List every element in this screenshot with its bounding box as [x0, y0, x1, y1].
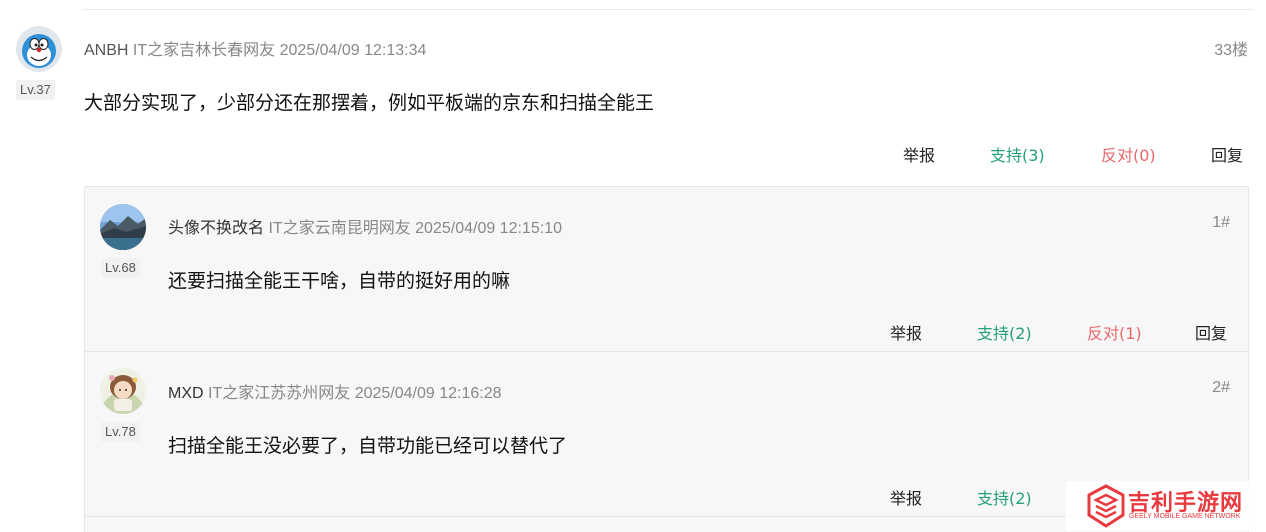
- comment-content: 大部分实现了，少部分还在那摆着，例如平板端的京东和扫描全能王: [84, 92, 655, 114]
- support-button[interactable]: 支持(2): [977, 485, 1032, 509]
- floor-number: 33楼: [1214, 42, 1248, 59]
- comment-meta: ANBH IT之家吉林长春网友 2025/04/09 12:13:34: [84, 36, 426, 60]
- report-button[interactable]: 举报: [890, 320, 922, 344]
- avatar[interactable]: [100, 368, 146, 414]
- reply-content: 扫描全能王没必要了，自带功能已经可以替代了: [168, 435, 568, 457]
- support-button[interactable]: 支持(3): [990, 142, 1045, 166]
- floor-number: 1#: [1212, 214, 1230, 231]
- timestamp: 2025/04/09 12:13:34: [279, 42, 427, 59]
- user-location: IT之家江苏苏州网友: [208, 385, 351, 402]
- floor-number: 2#: [1212, 379, 1230, 396]
- reply-button[interactable]: 回复: [1195, 320, 1227, 344]
- level-badge: Lv.68: [101, 258, 140, 278]
- top-divider: [83, 9, 1253, 10]
- watermark-subtitle: GEELY MOBILE GAME NETWORK: [1129, 513, 1241, 520]
- avatar[interactable]: [100, 204, 146, 250]
- user-location: IT之家吉林长春网友: [132, 42, 276, 59]
- username[interactable]: ANBH: [84, 42, 128, 59]
- level-badge: Lv.37: [16, 80, 55, 100]
- timestamp: 2025/04/09 12:16:28: [354, 385, 502, 402]
- level-badge: Lv.78: [101, 422, 140, 442]
- watermark-logo: 吉利手游网 GEELY MOBILE GAME NETWORK: [1066, 481, 1256, 531]
- timestamp: 2025/04/09 12:15:10: [415, 220, 562, 237]
- reply-meta: MXD IT之家江苏苏州网友 2025/04/09 12:16:28: [168, 379, 502, 403]
- reply-divider: [84, 351, 1248, 352]
- oppose-button[interactable]: 反对(1): [1087, 320, 1142, 344]
- reply-button[interactable]: 回复: [1211, 142, 1243, 166]
- username[interactable]: 头像不换改名: [168, 220, 264, 237]
- logo-icon: [1087, 484, 1125, 528]
- oppose-button[interactable]: 反对(0): [1101, 142, 1156, 166]
- reply-meta: 头像不换改名 IT之家云南昆明网友 2025/04/09 12:15:10: [168, 214, 562, 238]
- avatar[interactable]: [16, 26, 62, 72]
- username[interactable]: MXD: [168, 385, 204, 402]
- support-button[interactable]: 支持(2): [977, 320, 1032, 344]
- reply-content: 还要扫描全能王干啥，自带的挺好用的嘛: [168, 270, 511, 292]
- user-location: IT之家云南昆明网友: [268, 220, 411, 237]
- report-button[interactable]: 举报: [903, 142, 935, 166]
- report-button[interactable]: 举报: [890, 485, 922, 509]
